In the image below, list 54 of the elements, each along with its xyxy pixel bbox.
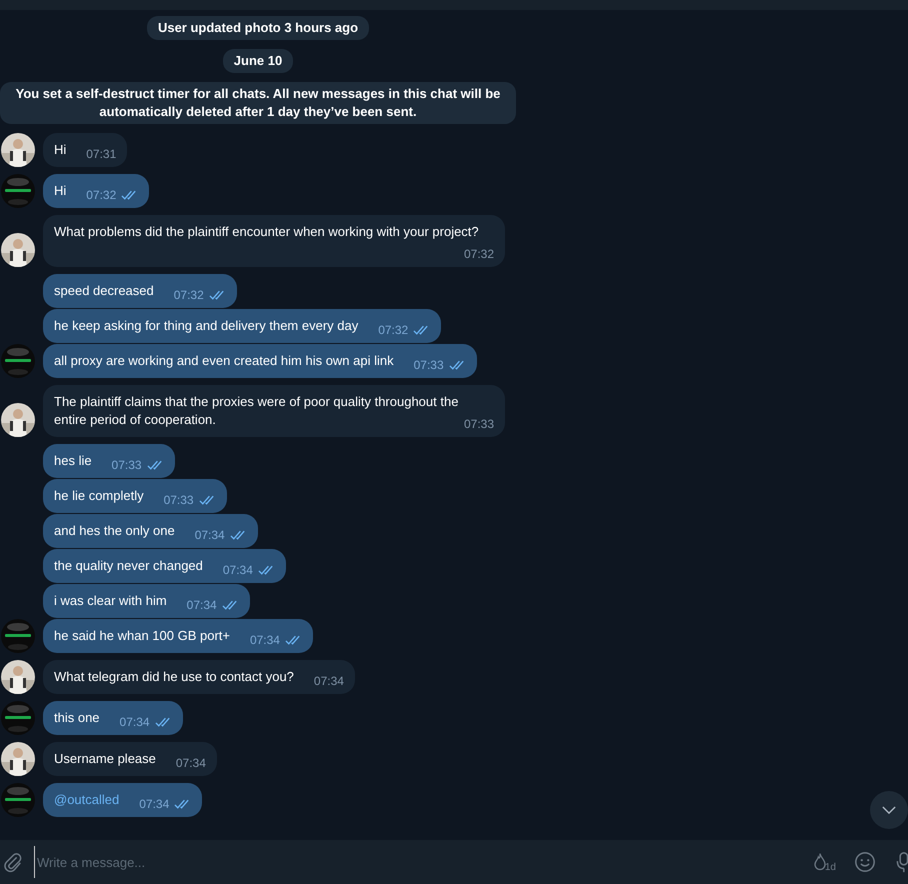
message-bubble: Username please 07:34 xyxy=(43,742,217,776)
service-message: User updated photo 3 hours ago xyxy=(146,16,370,40)
message-bubble: all proxy are working and even created him his own api link 07:33 xyxy=(43,344,477,378)
message-bubble: Hi 07:31 xyxy=(43,133,128,167)
message-time: 07:34 xyxy=(186,597,217,614)
message-input[interactable]: Write a message... xyxy=(34,846,810,878)
message-time: 07:32 xyxy=(378,322,408,339)
timer-button[interactable]: 1d xyxy=(810,851,836,873)
avatar[interactable] xyxy=(1,133,35,167)
service-message: You set a self-destruct timer for all chats. All new messages in this chat will be automatically deleted after 1 day they’ve been sent. xyxy=(0,82,516,124)
message-bubble: this one 07:34 xyxy=(43,701,183,735)
message-time: 07:32 xyxy=(86,187,116,204)
emoji-icon[interactable] xyxy=(854,851,876,873)
avatar[interactable] xyxy=(1,403,35,437)
message-bubble: hes lie 07:33 xyxy=(43,444,175,478)
avatar[interactable] xyxy=(1,660,35,694)
message-bubble: speed decreased 07:32 xyxy=(43,274,237,308)
avatar[interactable] xyxy=(1,233,35,267)
message-time: 07:34 xyxy=(194,527,225,544)
message-time: 07:33 xyxy=(414,357,444,374)
microphone-icon[interactable] xyxy=(896,851,908,873)
message-bubble: the quality never changed 07:34 xyxy=(43,549,286,583)
message-time: 07:33 xyxy=(164,492,194,509)
service-message: June 10 xyxy=(222,49,294,73)
message-bubble: he said he whan 100 GB port+ 07:34 xyxy=(43,619,313,653)
message-time: 07:33 xyxy=(112,457,142,474)
message-bubble: The plaintiff claims that the proxies were of poor quality throughout the entire period of cooperation. 07:33 xyxy=(43,385,505,437)
avatar[interactable] xyxy=(1,783,35,817)
paperclip-icon[interactable] xyxy=(2,851,24,873)
message-time: 07:32 xyxy=(174,287,204,304)
message-time: 07:34 xyxy=(314,673,344,690)
avatar[interactable] xyxy=(1,344,35,378)
message-time: 07:34 xyxy=(222,562,253,579)
message-time: 07:33 xyxy=(464,416,494,433)
avatar[interactable] xyxy=(1,701,35,735)
message-time: 07:34 xyxy=(120,714,150,731)
avatar[interactable] xyxy=(1,619,35,653)
message-time: 07:34 xyxy=(139,796,170,813)
message-bubble: Hi 07:32 xyxy=(43,174,150,208)
message-bubble: i was clear with him 07:34 xyxy=(43,584,250,618)
chevron-down-icon xyxy=(882,806,896,814)
message-bubble: What problems did the plaintiff encounter when working with your project? 07:32 xyxy=(43,215,505,267)
message-composer[interactable]: Write a message... 1d xyxy=(0,840,908,884)
avatar[interactable] xyxy=(1,174,35,208)
message-time: 07:34 xyxy=(250,632,280,649)
message-bubble: What telegram did he use to contact you? 07:34 xyxy=(43,660,355,694)
message-time: 07:31 xyxy=(86,146,116,163)
message-time: 07:34 xyxy=(176,755,206,772)
message-bubble: and hes the only one 07:34 xyxy=(43,514,258,548)
message-bubble: he lie completly 07:33 xyxy=(43,479,227,513)
message-bubble: @outcalled 07:34 xyxy=(43,783,202,817)
avatar[interactable] xyxy=(1,742,35,776)
message-bubble: he keep asking for thing and delivery them every day 07:32 xyxy=(43,309,442,343)
message-time: 07:32 xyxy=(464,246,494,263)
